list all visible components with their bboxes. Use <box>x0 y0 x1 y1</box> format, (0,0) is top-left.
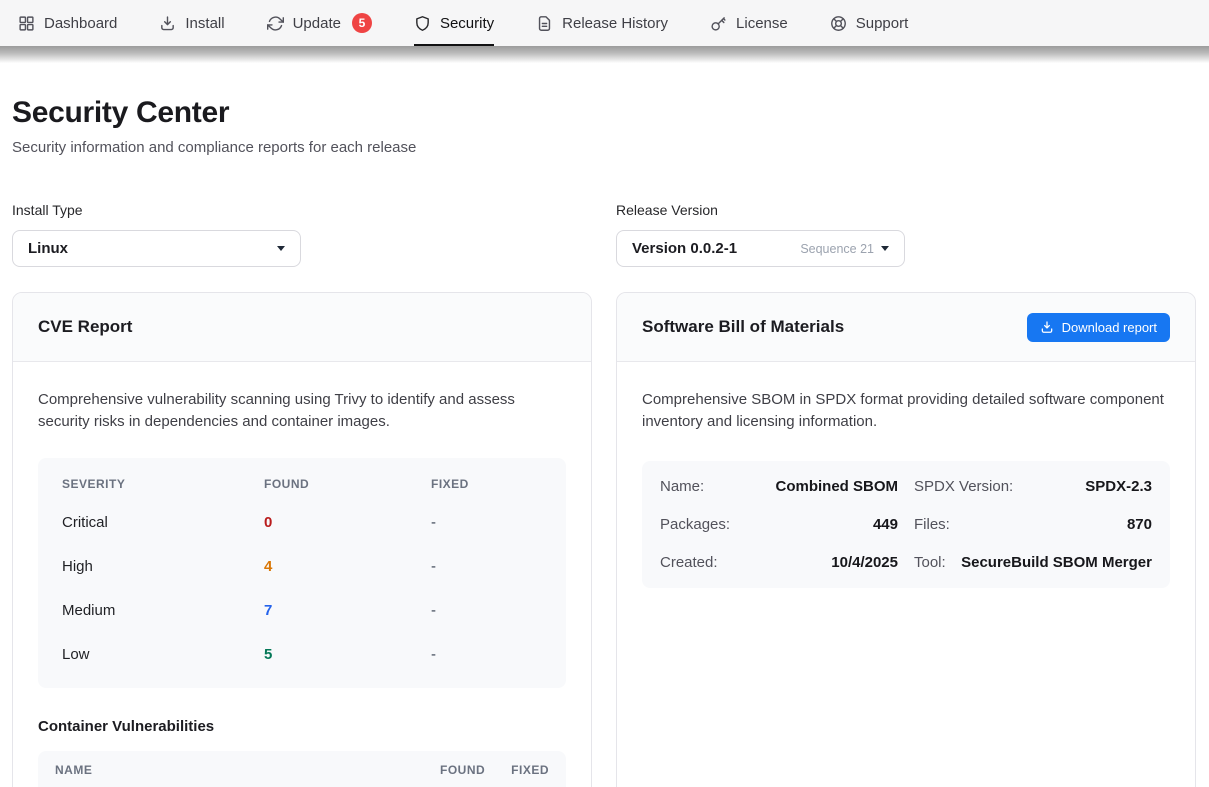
info-label: Tool: <box>914 554 946 571</box>
sbom-info-grid: Name: Combined SBOM SPDX Version: SPDX-2… <box>642 461 1170 588</box>
info-label: SPDX Version: <box>914 478 1013 495</box>
security-center-page: Security Center Security information and… <box>0 96 1209 787</box>
install-type-select[interactable]: Linux <box>12 230 301 267</box>
update-count-badge: 5 <box>352 13 372 33</box>
sbom-card-body: Comprehensive SBOM in SPDX format provid… <box>617 362 1195 615</box>
top-navbar: Dashboard Install Update 5 Security Rele… <box>0 0 1209 46</box>
sequence-hint: Sequence 21 <box>800 242 874 256</box>
nav-label: Dashboard <box>44 15 117 32</box>
container-vulnerabilities-table-header: NAME FOUND FIXED <box>38 751 566 787</box>
shield-icon <box>414 15 431 32</box>
key-icon <box>710 15 727 32</box>
sbom-card-title: Software Bill of Materials <box>642 317 844 337</box>
nav-item-release-history[interactable]: Release History <box>536 0 668 46</box>
refresh-icon <box>267 15 284 32</box>
list-item: SPDX Version: SPDX-2.3 <box>914 478 1152 495</box>
found-count: 5 <box>264 646 431 663</box>
fixed-col-header: FIXED <box>511 763 549 777</box>
nav-item-security[interactable]: Security <box>414 0 494 46</box>
download-icon <box>1040 320 1054 334</box>
info-value: 10/4/2025 <box>831 554 898 571</box>
sbom-card-header: Software Bill of Materials Download repo… <box>617 293 1195 362</box>
found-count: 7 <box>264 602 431 619</box>
info-value: 870 <box>1127 516 1152 533</box>
severity-col-header: SEVERITY <box>62 477 264 491</box>
page-title: Security Center <box>12 96 1196 130</box>
info-value: SPDX-2.3 <box>1085 478 1152 495</box>
cve-card-body: Comprehensive vulnerability scanning usi… <box>13 362 591 787</box>
lifebuoy-icon <box>830 15 847 32</box>
report-cards: CVE Report Comprehensive vulnerability s… <box>12 292 1196 787</box>
nav-label: Update <box>293 15 341 32</box>
fixed-count: - <box>431 646 542 663</box>
table-row: Low 5 - <box>62 632 542 676</box>
found-col-header: FOUND <box>264 477 431 491</box>
list-item: Files: 870 <box>914 516 1152 533</box>
severity-label: High <box>62 558 264 575</box>
severity-label: Critical <box>62 514 264 531</box>
list-item: Name: Combined SBOM <box>660 478 898 495</box>
chevron-down-icon <box>277 246 285 251</box>
cve-card-title: CVE Report <box>38 317 132 337</box>
fixed-count: - <box>431 514 542 531</box>
found-count: 4 <box>264 558 431 575</box>
table-row: High 4 - <box>62 544 542 588</box>
document-icon <box>536 15 553 32</box>
name-col-header: NAME <box>55 763 440 777</box>
list-item: Packages: 449 <box>660 516 898 533</box>
dashboard-grid-icon <box>18 15 35 32</box>
nav-label: License <box>736 15 788 32</box>
fixed-col-header: FIXED <box>431 477 542 491</box>
info-value: Combined SBOM <box>776 478 899 495</box>
header-shadow-band <box>0 46 1209 63</box>
severity-label: Medium <box>62 602 264 619</box>
cve-report-card: CVE Report Comprehensive vulnerability s… <box>12 292 592 787</box>
info-label: Packages: <box>660 516 730 533</box>
release-version-filter: Release Version Version 0.0.2-1 Sequence… <box>616 202 1196 267</box>
nav-item-dashboard[interactable]: Dashboard <box>18 0 117 46</box>
install-type-label: Install Type <box>12 202 592 218</box>
table-row: Medium 7 - <box>62 588 542 632</box>
nav-label: Support <box>856 15 909 32</box>
cve-card-header: CVE Report <box>13 293 591 362</box>
info-label: Files: <box>914 516 950 533</box>
info-value: 449 <box>873 516 898 533</box>
nav-item-install[interactable]: Install <box>159 0 224 46</box>
download-icon <box>159 15 176 32</box>
list-item: Created: 10/4/2025 <box>660 554 898 571</box>
severity-label: Low <box>62 646 264 663</box>
install-type-filter: Install Type Linux <box>12 202 592 267</box>
nav-item-license[interactable]: License <box>710 0 788 46</box>
nav-label: Security <box>440 15 494 32</box>
chevron-down-icon <box>881 246 889 251</box>
found-count: 0 <box>264 514 431 531</box>
release-version-select[interactable]: Version 0.0.2-1 Sequence 21 <box>616 230 905 267</box>
severity-table-header: SEVERITY FOUND FIXED <box>62 477 542 500</box>
found-col-header: FOUND <box>440 763 485 777</box>
nav-item-support[interactable]: Support <box>830 0 909 46</box>
nav-label: Release History <box>562 15 668 32</box>
download-button-label: Download report <box>1062 320 1157 335</box>
list-item: Tool: SecureBuild SBOM Merger <box>914 554 1152 571</box>
page-subtitle: Security information and compliance repo… <box>12 139 1196 156</box>
install-type-value: Linux <box>28 240 68 257</box>
nav-label: Install <box>185 15 224 32</box>
fixed-count: - <box>431 558 542 575</box>
download-report-button[interactable]: Download report <box>1027 313 1170 342</box>
fixed-count: - <box>431 602 542 619</box>
filters-row: Install Type Linux Release Version Versi… <box>12 202 1196 267</box>
cve-description: Comprehensive vulnerability scanning usi… <box>38 389 563 432</box>
info-value: SecureBuild SBOM Merger <box>961 554 1152 571</box>
info-label: Name: <box>660 478 704 495</box>
sbom-description: Comprehensive SBOM in SPDX format provid… <box>642 389 1167 432</box>
nav-item-update[interactable]: Update 5 <box>267 0 372 46</box>
release-version-value: Version 0.0.2-1 <box>632 240 737 257</box>
sbom-card: Software Bill of Materials Download repo… <box>616 292 1196 787</box>
table-row: Critical 0 - <box>62 500 542 544</box>
release-version-label: Release Version <box>616 202 1196 218</box>
info-label: Created: <box>660 554 718 571</box>
container-vulnerabilities-heading: Container Vulnerabilities <box>38 718 566 735</box>
severity-table: SEVERITY FOUND FIXED Critical 0 - High 4… <box>38 458 566 688</box>
